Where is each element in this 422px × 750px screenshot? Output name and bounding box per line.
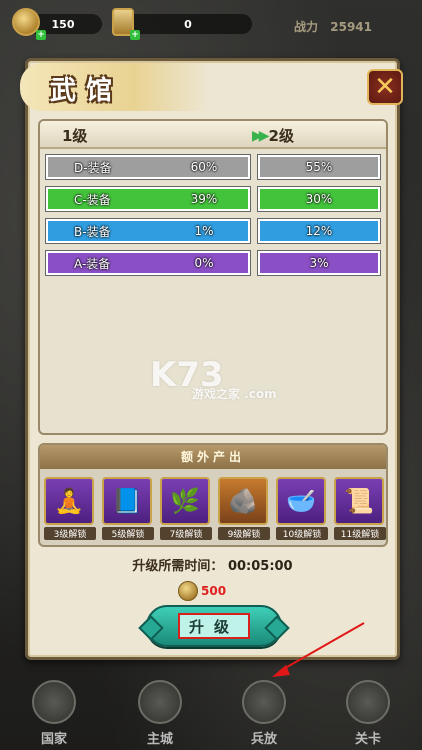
unlock-label: 10级解锁 <box>276 527 328 540</box>
extra-items-list: 🧘 3级解锁 📘 5级解锁 🌿 7级解锁 🪨 9级解锁 🥣 10级解锁 📜 11… <box>44 477 386 543</box>
unlock-label: 11级解锁 <box>334 527 386 540</box>
panel-title: 武馆 <box>50 76 123 106</box>
cost-value: 500 <box>201 584 227 598</box>
equip-name: D-装备 <box>74 160 112 175</box>
extra-item[interactable]: 📘 5级解锁 <box>102 477 154 543</box>
extra-output-title: 额外产出 <box>40 445 386 469</box>
bowl-icon: 🥣 <box>276 477 326 525</box>
next-level: 2级 <box>268 127 294 145</box>
nav-item-stages[interactable]: 关卡 <box>330 680 406 747</box>
table-row: B-装备 1% 12% <box>45 218 381 244</box>
power-display: 战力 25941 <box>294 18 372 35</box>
current-percent: 60% <box>190 160 218 174</box>
nav-label: 关卡 <box>354 732 381 747</box>
gold-coin-icon <box>178 581 198 601</box>
unlock-label: 7级解锁 <box>160 527 212 540</box>
upgrade-time-row: 升级所需时间： 00:05:00 <box>28 555 397 574</box>
extra-item[interactable]: 🌿 7级解锁 <box>160 477 212 543</box>
book-icon: 📘 <box>102 477 152 525</box>
current-percent: 1% <box>194 224 214 238</box>
nav-item-country[interactable]: 国家 <box>16 680 92 747</box>
extra-item[interactable]: 🥣 10级解锁 <box>276 477 328 543</box>
power-value: 25941 <box>330 20 372 34</box>
table-row: A-装备 0% 3% <box>45 250 381 276</box>
row-current-cell: C-装备 39% <box>45 186 251 212</box>
add-gold-icon[interactable]: + <box>36 30 46 40</box>
table-row: C-装备 39% 30% <box>45 186 381 212</box>
close-button[interactable]: ✕ <box>367 69 403 105</box>
scroll-value: 0 <box>184 17 192 31</box>
extra-item[interactable]: 📜 11级解锁 <box>334 477 386 543</box>
watermark: K73 游戏之家 .com <box>150 355 277 402</box>
current-percent: 39% <box>190 192 218 206</box>
resource-bar: 150 + 0 + 战力 25941 <box>6 8 416 40</box>
nav-label: 主城 <box>146 732 173 747</box>
scroll-counter: 0 <box>124 14 252 34</box>
bottom-nav: 国家 主城 兵放 关卡 <box>0 672 422 750</box>
extra-item[interactable]: 🪨 9级解锁 <box>218 477 270 543</box>
nav-item-main-city[interactable]: 主城 <box>122 680 198 747</box>
current-percent: 0% <box>194 256 214 270</box>
city-icon <box>138 680 182 724</box>
unlock-label: 3级解锁 <box>44 527 96 540</box>
upgrade-button[interactable]: 升级 <box>146 605 282 647</box>
next-level-wrapper: ▶▶ 2级 <box>252 125 294 146</box>
ore-stone-icon: 🪨 <box>218 477 268 525</box>
meditation-statue-icon: 🧘 <box>44 477 94 525</box>
add-scroll-icon[interactable]: + <box>130 30 140 40</box>
row-current-cell: B-装备 1% <box>45 218 251 244</box>
current-level: 1级 <box>62 127 88 145</box>
scroll-icon: 📜 <box>334 477 384 525</box>
upgrade-time-label: 升级所需时间： <box>132 559 224 574</box>
power-label: 战力 <box>294 20 319 34</box>
upgrade-time-value: 00:05:00 <box>227 559 293 574</box>
unlock-label: 5级解锁 <box>102 527 154 540</box>
row-next-cell: 30% <box>257 186 381 212</box>
gold-value: 150 <box>51 17 75 31</box>
troops-icon <box>242 680 286 724</box>
double-arrow-icon: ▶▶ <box>252 127 269 144</box>
row-current-cell: A-装备 0% <box>45 250 251 276</box>
martial-icon <box>346 680 390 724</box>
watermark-sub: 游戏之家 .com <box>192 387 277 401</box>
equip-name: A-装备 <box>74 256 111 271</box>
upgrade-cost: 500 <box>178 581 226 601</box>
equip-name: B-装备 <box>74 224 111 239</box>
herb-icon: 🌿 <box>160 477 210 525</box>
extra-item[interactable]: 🧘 3级解锁 <box>44 477 96 543</box>
compare-header: 1级 ▶▶ 2级 <box>40 121 386 149</box>
row-next-cell: 55% <box>257 154 381 180</box>
country-icon <box>32 680 76 724</box>
row-next-cell: 3% <box>257 250 381 276</box>
nav-label: 国家 <box>40 732 67 747</box>
extra-output-section: 额外产出 🧘 3级解锁 📘 5级解锁 🌿 7级解锁 🪨 9级解锁 🥣 10级解锁 <box>38 443 388 547</box>
row-current-cell: D-装备 60% <box>45 154 251 180</box>
title-banner: 武馆 <box>20 63 210 111</box>
row-next-cell: 12% <box>257 218 381 244</box>
upgrade-label: 升级 <box>178 613 250 639</box>
table-row: D-装备 60% 55% <box>45 154 381 180</box>
nav-item-troops[interactable]: 兵放 <box>226 680 302 747</box>
unlock-label: 9级解锁 <box>218 527 270 540</box>
equip-name: C-装备 <box>74 192 111 207</box>
nav-label: 兵放 <box>250 732 277 747</box>
